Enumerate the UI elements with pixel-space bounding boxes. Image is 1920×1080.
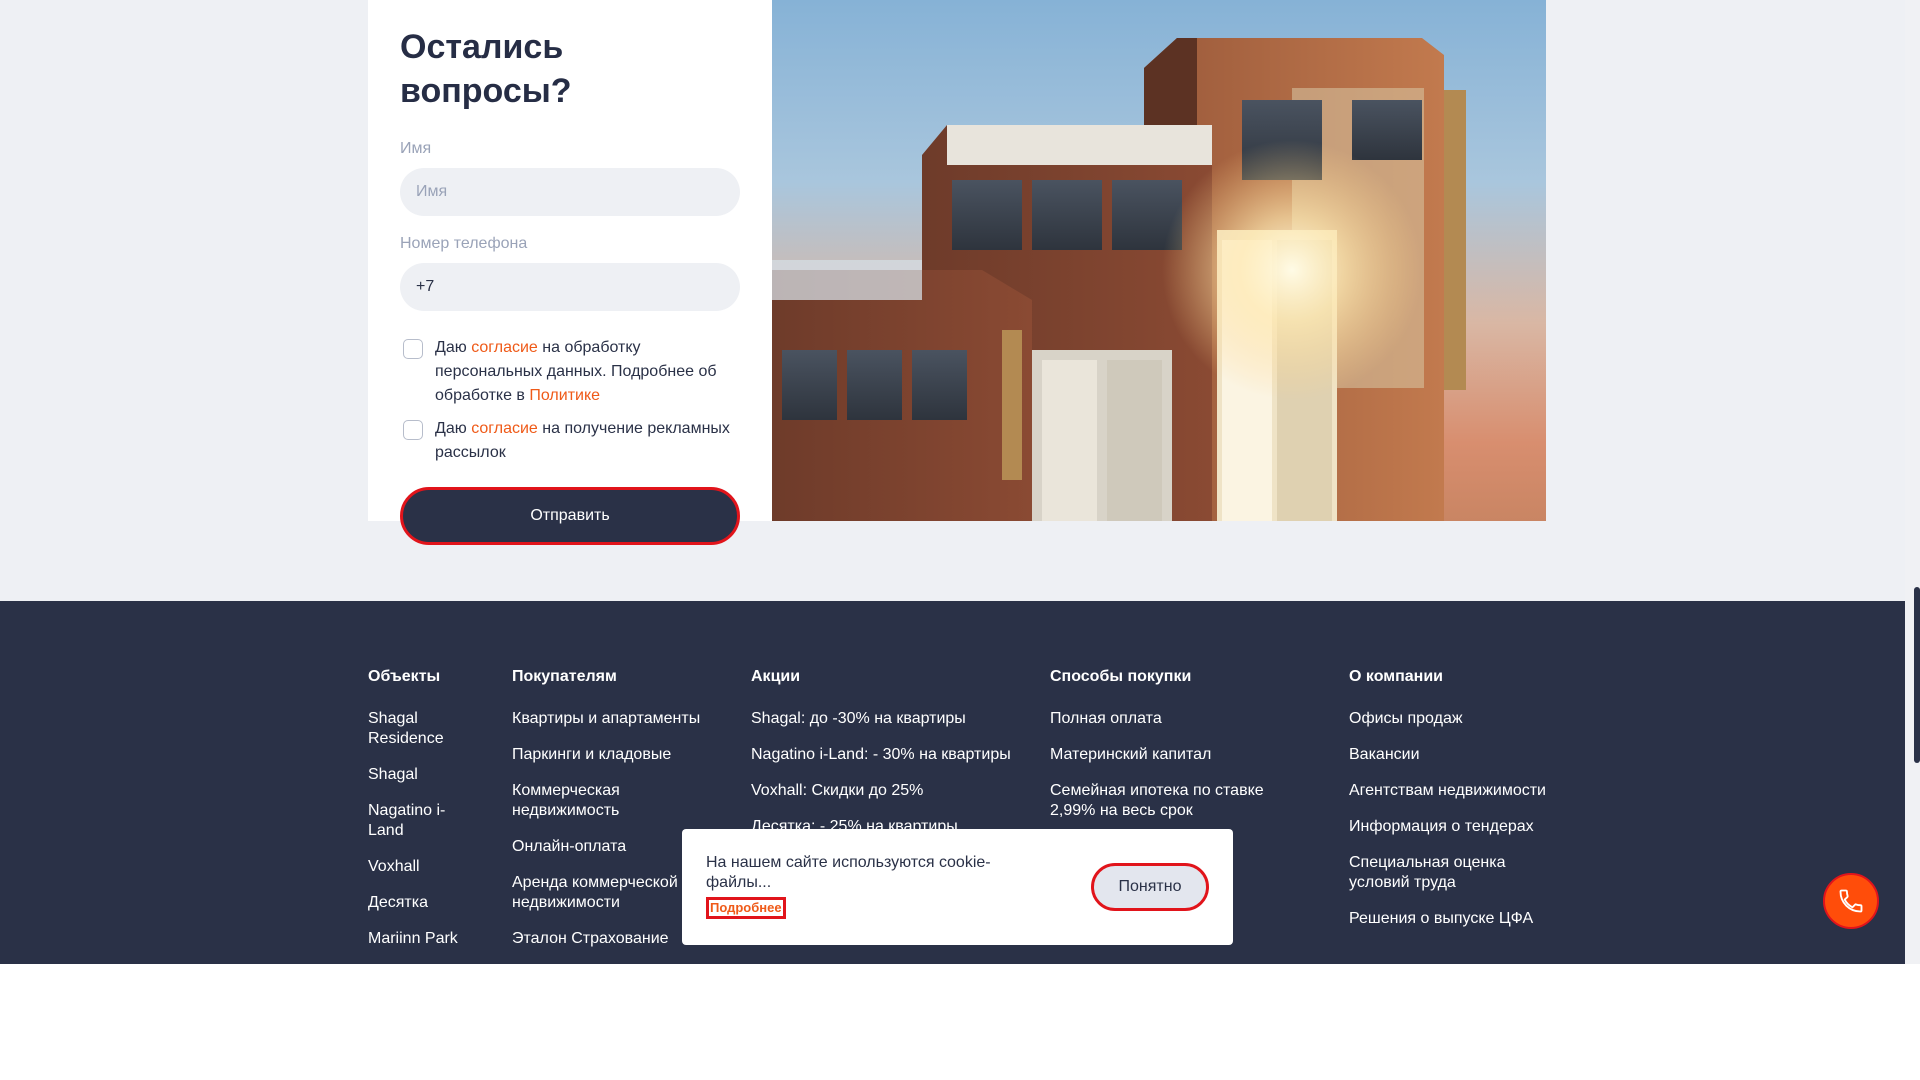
footer-link[interactable]: Специальная оценка условий труда: [1349, 853, 1549, 893]
phone-icon: [1839, 889, 1863, 913]
footer-link[interactable]: Офисы продаж: [1349, 709, 1549, 729]
consent-personal-data-text: Даю согласие на обработку персональных д…: [435, 336, 735, 408]
footer-link[interactable]: Mariinn Park: [368, 929, 478, 949]
footer-heading-company: О компании: [1349, 668, 1443, 685]
cookie-banner: На нашем сайте используются cookie-файлы…: [682, 829, 1233, 945]
consent-ads-text: Даю согласие на получение рекламных расс…: [435, 417, 735, 465]
footer-col-objects: Объекты Shagal Residence Shagal Nagatino…: [368, 667, 478, 964]
footer-link[interactable]: Квартиры и апартаменты: [512, 709, 712, 729]
footer-col-purchase: Способы покупки Полная оплата Матерински…: [1050, 667, 1290, 837]
name-label: Имя: [400, 140, 432, 157]
phone-input[interactable]: [400, 263, 740, 311]
page-bottom-area: [0, 964, 1920, 1080]
footer-link[interactable]: Shagal: [368, 765, 478, 785]
consent-personal-data-row: Даю согласие на обработку персональных д…: [400, 336, 740, 408]
submit-button[interactable]: Отправить: [400, 487, 740, 545]
consent-link[interactable]: согласие: [471, 339, 538, 356]
footer-link[interactable]: Voxhall: [368, 857, 478, 877]
footer-heading-promos: Акции: [751, 668, 801, 685]
footer-link[interactable]: Паркинги и кладовые: [512, 745, 712, 765]
building-illustration: [772, 38, 1466, 521]
name-input[interactable]: [400, 168, 740, 216]
scrollbar-track[interactable]: [1905, 0, 1920, 964]
cookie-text: На нашем сайте используются cookie-файлы…: [706, 854, 991, 891]
call-button[interactable]: [1823, 873, 1879, 929]
page: Остались вопросы? Имя Номер телефона Даю…: [0, 0, 1920, 1080]
policy-link[interactable]: Политике: [529, 387, 600, 404]
cookie-accept-button[interactable]: Понятно: [1091, 863, 1209, 911]
footer-link[interactable]: Voxhall: Скидки до 25%: [751, 781, 1041, 801]
building-image: [772, 0, 1546, 521]
footer-link[interactable]: Семейная ипотека по ставке 2,99% на весь…: [1050, 781, 1290, 821]
consent-prefix: Даю: [435, 339, 472, 356]
form-title: Остались вопросы?: [400, 28, 572, 110]
footer-link[interactable]: Вакансии: [1349, 745, 1549, 765]
footer-link[interactable]: Shagal: до -30% на квартиры: [751, 709, 1041, 729]
consent-ads-prefix: Даю: [435, 420, 472, 437]
footer-col-company: О компании Офисы продаж Вакансии Агентст…: [1349, 667, 1549, 945]
consent-ads-row: Даю согласие на получение рекламных расс…: [400, 417, 740, 465]
footer-link[interactable]: Агентствам недвижимости: [1349, 781, 1549, 801]
footer-link[interactable]: Решения о выпуске ЦФА: [1349, 909, 1549, 929]
footer-col-promos: Акции Shagal: до -30% на квартиры Nagati…: [751, 667, 1041, 853]
footer-link[interactable]: Десятка: [368, 893, 478, 913]
scrollbar-thumb[interactable]: [1914, 587, 1920, 763]
footer-heading-objects: Объекты: [368, 668, 441, 685]
footer-heading-buyers: Покупателям: [512, 668, 617, 685]
footer-link[interactable]: Коммерческая недвижимость: [512, 781, 712, 821]
footer-link[interactable]: Информация о тендерах: [1349, 817, 1549, 837]
footer-link[interactable]: Материнский капитал: [1050, 745, 1290, 765]
consent-personal-data-checkbox[interactable]: [403, 339, 423, 359]
footer-heading-purchase: Способы покупки: [1050, 668, 1192, 685]
cookie-more-link[interactable]: Подробнее: [706, 897, 786, 919]
footer-link[interactable]: Полная оплата: [1050, 709, 1290, 729]
contact-form: Остались вопросы? Имя Номер телефона Даю…: [368, 0, 772, 545]
footer-link[interactable]: Nagatino i-Land: - 30% на квартиры: [751, 745, 1041, 765]
consent-ads-link[interactable]: согласие: [471, 420, 538, 437]
footer-link[interactable]: Shagal Residence: [368, 709, 478, 749]
consent-ads-checkbox[interactable]: [403, 420, 423, 440]
footer-link[interactable]: Nagatino i-Land: [368, 801, 478, 841]
phone-label: Номер телефона: [400, 235, 528, 252]
